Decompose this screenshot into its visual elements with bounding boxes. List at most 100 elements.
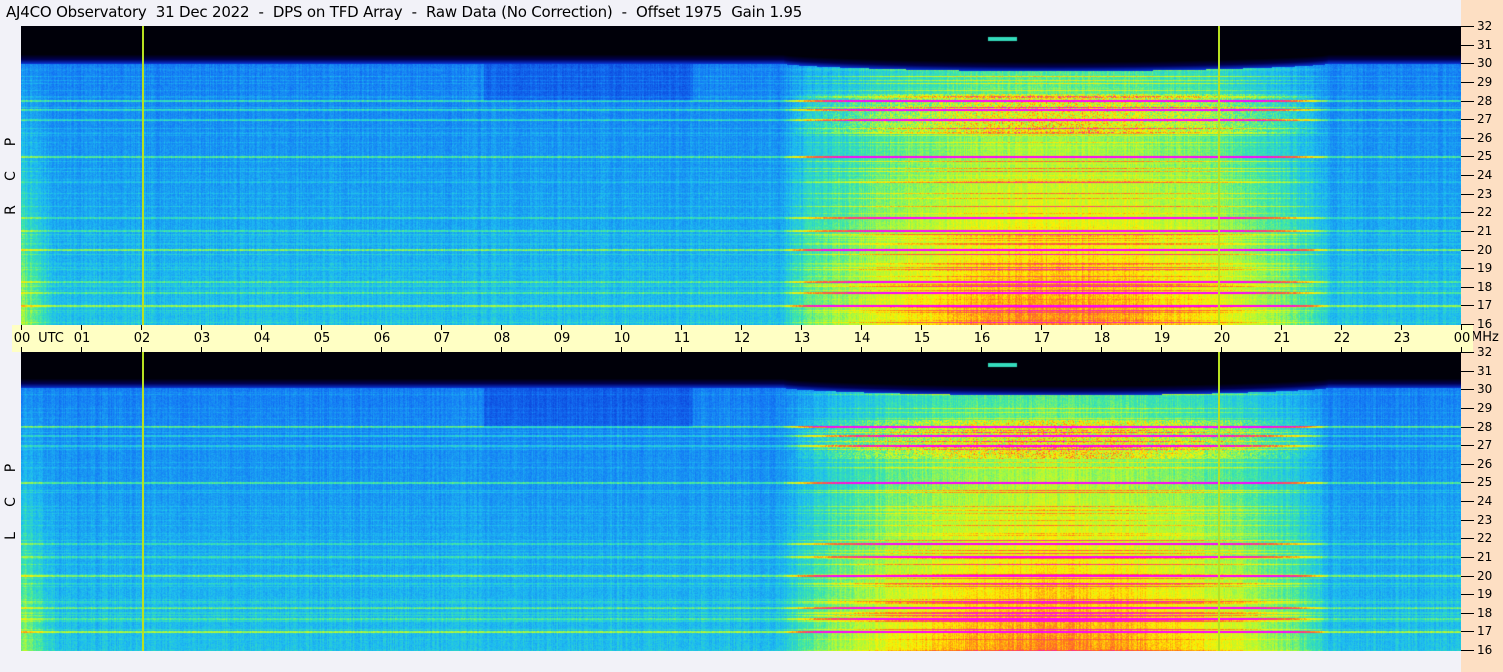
freq-tick [1461,370,1474,372]
time-tick [1401,325,1402,330]
freq-tick-label: 20 [1477,242,1493,257]
time-tick [561,347,562,352]
freq-tick [1461,352,1474,353]
freq-tick-label: 25 [1477,475,1493,490]
time-tick-label: 04 [253,331,271,346]
lcp-heatmap [21,352,1461,651]
freq-tick-label: 31 [1477,37,1493,52]
time-axis: 00 01 02 03 04 05 06 07 08 09 10 11 12 13 14 15 16 17 18 19… [12,325,1473,352]
freq-tick-label: 30 [1477,382,1493,397]
freq-tick [1461,268,1474,270]
freq-tick-label: 16 [1477,317,1493,331]
freq-tick [1461,137,1474,139]
time-tick [1041,325,1042,330]
time-tick [681,347,682,352]
freq-tick-label: 25 [1477,149,1493,164]
freq-tick-label: 27 [1477,438,1493,453]
freq-tick [1461,119,1474,121]
time-tick [1461,325,1462,330]
time-tick [1221,325,1222,330]
time-tick [501,325,502,330]
time-tick-label: 13 [793,331,811,346]
rcp-heatmap [21,26,1461,325]
freq-tick-label: 28 [1477,419,1493,434]
time-tick [621,347,622,352]
freq-tick [1461,26,1474,27]
time-tick [321,347,322,352]
pol-letter: C [3,171,19,181]
time-tick [741,325,742,330]
marker-line [141,352,144,651]
pol-letter: L [3,532,19,540]
freq-tick [1461,631,1474,633]
freq-tick-label: 31 [1477,363,1493,378]
time-tick [561,325,562,330]
time-tick [1461,347,1462,352]
freq-tick [1461,230,1474,232]
time-tick [1161,347,1162,352]
freq-tick [1461,556,1474,558]
freq-tick [1461,63,1474,65]
freq-tick-label: 32 [1477,345,1493,359]
time-tick-label: 23 [1393,331,1411,346]
freq-tick-label: 19 [1477,587,1493,602]
time-tick-label: 08 [493,331,511,346]
freq-tick [1461,286,1474,288]
time-tick [1101,347,1102,352]
time-tick [501,347,502,352]
time-tick-label: 12 [733,331,751,346]
marker-line [141,26,144,325]
freq-tick [1461,650,1474,651]
freq-tick [1461,249,1474,251]
time-tick [381,347,382,352]
freq-tick [1461,305,1474,307]
time-tick-label: 16 [973,331,991,346]
time-tick [801,347,802,352]
time-tick-label: 20 [1213,331,1231,346]
time-tick [141,325,142,330]
time-tick-label: 02 [133,331,151,346]
time-tick-label: 00 [1453,331,1471,346]
freq-tick [1461,538,1474,540]
freq-tick [1461,156,1474,158]
lcp-label: P C L [2,352,20,651]
freq-tick [1461,482,1474,484]
freq-tick [1461,100,1474,102]
time-tick-label: 14 [853,331,871,346]
freq-tick-label: 23 [1477,512,1493,527]
time-tick-label: 00 [13,331,31,346]
freq-tick-label: 16 [1477,643,1493,657]
pol-letter: P [3,463,19,473]
freq-tick [1461,575,1474,577]
freq-tick [1461,212,1474,214]
time-tick [381,325,382,330]
pol-letter: C [3,497,19,507]
freq-tick-label: 19 [1477,261,1493,276]
freq-tick-label: 18 [1477,605,1493,620]
freq-tick-label: 29 [1477,400,1493,415]
freq-tick-label: 24 [1477,168,1493,182]
marker-line [1218,352,1221,651]
time-tick [1401,347,1402,352]
freq-tick-label: 21 [1477,223,1493,238]
time-tick-label: 01 [73,331,91,346]
time-tick [921,347,922,352]
freq-tick [1461,594,1474,596]
time-tick [981,325,982,330]
time-tick-label: 18 [1093,331,1111,346]
time-tick [1221,347,1222,352]
time-tick [1041,347,1042,352]
time-tick [441,347,442,352]
mhz-unit-label: MHz [1471,330,1499,345]
time-tick-label: 03 [193,331,211,346]
time-tick [21,347,22,352]
chart-title: AJ4CO Observatory 31 Dec 2022 - DPS on T… [6,3,803,21]
pol-letter: R [3,205,19,215]
time-tick [801,325,802,330]
freq-tick [1461,445,1474,447]
time-tick [21,325,22,330]
time-tick-label: 10 [613,331,631,346]
time-tick-label: 09 [553,331,571,346]
time-tick [681,325,682,330]
time-tick-label: 19 [1153,331,1171,346]
